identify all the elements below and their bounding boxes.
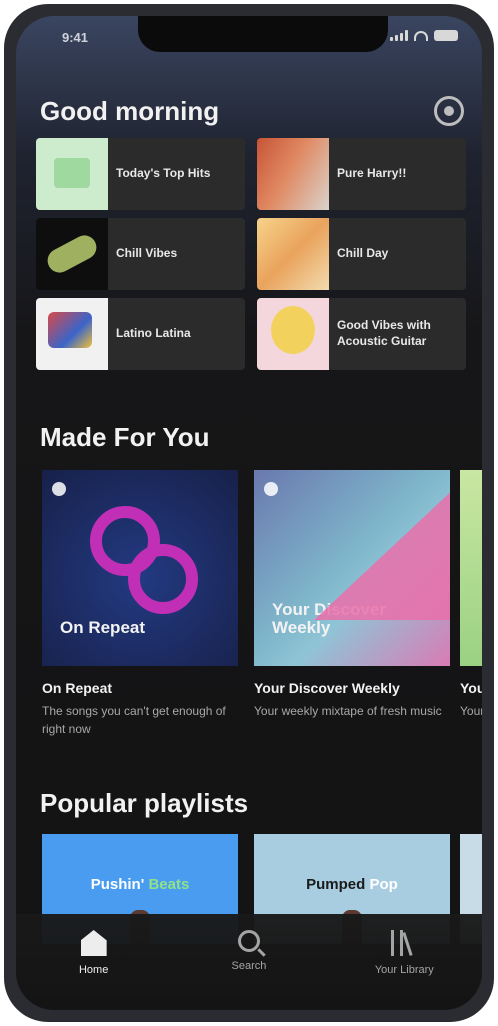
phone-frame: 9:41 Good morning Today's Top Hits Pure … — [4, 4, 494, 1022]
card-subtitle: Your weekly mixtape of fresh music — [254, 704, 442, 718]
quick-item-chill-vibes[interactable]: Chill Vibes — [36, 218, 245, 290]
playlist-cover — [36, 138, 108, 210]
playlist-cover — [257, 218, 329, 290]
ring-graphic — [128, 544, 198, 614]
card-subtitle: The songs you can't get enough of right … — [42, 704, 226, 736]
search-icon — [237, 930, 260, 952]
greeting-title: Good morning — [40, 96, 220, 126]
card-title: Your Discover Weekly — [254, 680, 400, 696]
quick-item-acoustic[interactable]: Good Vibes with Acoustic Guitar — [257, 298, 466, 370]
quick-item-pure-harry[interactable]: Pure Harry!! — [257, 138, 466, 210]
cover-text: On Repeat — [60, 618, 146, 638]
popular-playlists-title: Popular playlists — [40, 788, 249, 818]
nav-home[interactable]: Home — [39, 930, 149, 1010]
spotify-logo-icon — [264, 482, 278, 496]
battery-icon — [434, 30, 458, 41]
signal-icon — [390, 30, 408, 41]
quick-item-label: Chill Vibes — [116, 246, 178, 261]
quick-item-label: Pure Harry!! — [337, 166, 407, 181]
home-icon — [80, 930, 107, 956]
cover-text-part: Pushin' — [90, 876, 145, 893]
made-card-on-repeat[interactable]: On Repeat On Repeat The songs you can't … — [42, 470, 238, 738]
device-notch — [138, 16, 388, 52]
card-title: On Repeat — [42, 680, 113, 696]
status-time: 9:41 — [62, 30, 89, 45]
playlist-cover — [460, 470, 482, 666]
nav-label: Home — [78, 964, 109, 976]
cover-text: Pushin' Beats — [42, 876, 238, 893]
made-for-you-title: Made For You — [40, 422, 210, 452]
quick-item-latino[interactable]: Latino Latina — [36, 298, 245, 370]
bottom-navigation: Home Search Your Library — [16, 914, 482, 1010]
playlist-cover — [257, 298, 329, 370]
cover-text: Pumped Pop — [254, 876, 450, 893]
quick-item-label: Today's Top Hits — [116, 166, 211, 181]
quick-item-label: Latino Latina — [116, 326, 191, 341]
quick-item-label: Good Vibes with Acoustic Guitar — [337, 318, 431, 348]
quick-access-grid: Today's Top Hits Pure Harry!! Chill Vibe… — [36, 138, 466, 370]
made-card-third[interactable]: Your Your — [460, 470, 482, 720]
quick-item-label: Chill Day — [337, 246, 389, 261]
status-icons — [390, 30, 458, 41]
nav-your-library[interactable]: Your Library — [349, 930, 459, 1010]
cover-text-part: Beats — [148, 876, 190, 893]
playlist-cover: On Repeat — [42, 470, 238, 666]
made-card-discover-weekly[interactable]: Your Discover Weekly Your Discover Weekl… — [254, 470, 450, 720]
playlist-cover — [257, 138, 329, 210]
app-screen: 9:41 Good morning Today's Top Hits Pure … — [16, 16, 482, 1010]
nav-search[interactable]: Search — [194, 930, 304, 1010]
playlist-cover — [36, 218, 108, 290]
library-icon — [391, 930, 417, 956]
settings-icon[interactable] — [434, 96, 464, 126]
cover-text-part: Pop — [369, 876, 398, 893]
card-title: Your — [460, 680, 482, 696]
spotify-logo-icon — [52, 482, 66, 496]
card-subtitle: Your — [460, 704, 482, 718]
cover-text-part: Pumped — [306, 876, 366, 893]
quick-item-top-hits[interactable]: Today's Top Hits — [36, 138, 245, 210]
cover-text: Your Discover Weekly — [272, 599, 387, 638]
playlist-cover: Your Discover Weekly — [254, 470, 450, 666]
nav-label: Your Library — [374, 964, 434, 976]
wifi-icon — [414, 30, 428, 41]
made-for-you-carousel[interactable]: On Repeat On Repeat The songs you can't … — [42, 470, 482, 770]
nav-label: Search — [231, 960, 267, 972]
playlist-cover — [36, 298, 108, 370]
quick-item-chill-day[interactable]: Chill Day — [257, 218, 466, 290]
